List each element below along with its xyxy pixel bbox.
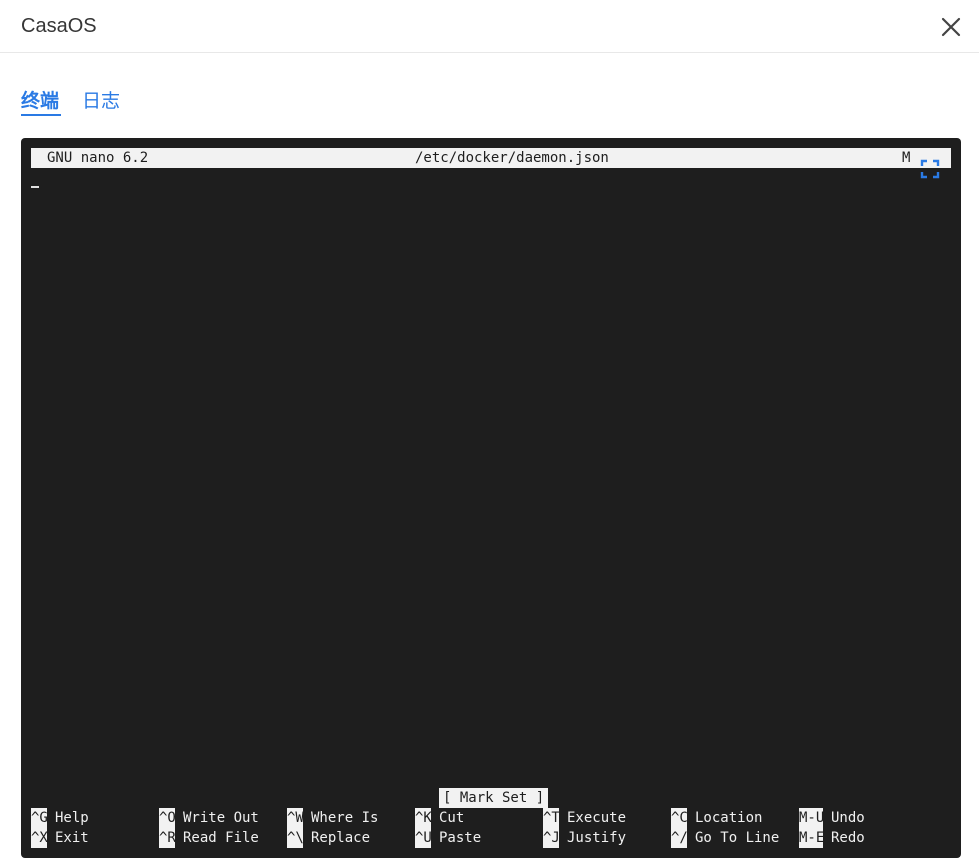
shortcut-label: Redo [831,830,865,846]
shortcut-key: ^C [671,808,687,828]
shortcut-label: Go To Line [695,830,780,846]
shortcut-label: Justify [567,830,627,846]
shortcut-where-is[interactable]: ^W Where Is [287,808,378,828]
active-tab-indicator [21,114,61,116]
terminal-screen[interactable]: GNU nano 6.2 /etc/docker/daemon.json M [… [21,138,961,858]
text-cursor [31,186,39,188]
shortcut-key: ^O [159,808,175,828]
tab-logs-label: 日志 [82,90,121,112]
fullscreen-icon [920,159,940,179]
shortcut-key: ^\ [287,828,303,848]
nano-version: GNU nano 6.2 [47,150,149,166]
shortcut-redo[interactable]: M-E Redo [799,828,865,848]
shortcut-location[interactable]: ^C Location [671,808,762,828]
shortcut-key: M-U [799,808,823,828]
shortcut-replace[interactable]: ^\ Replace [287,828,370,848]
shortcut-key: ^/ [671,828,687,848]
close-icon [941,17,961,37]
shortcut-write-out[interactable]: ^O Write Out [159,808,259,828]
shortcut-cut[interactable]: ^K Cut [415,808,464,828]
nano-status-message: [ Mark Set ] [439,788,549,808]
shortcut-label: Undo [831,810,865,826]
shortcut-label: Where Is [311,810,379,826]
shortcut-label: Exit [55,830,89,846]
shortcut-key: ^G [31,808,47,828]
fullscreen-button[interactable] [920,159,940,179]
shortcut-key: ^W [287,808,303,828]
nano-title-bar: GNU nano 6.2 /etc/docker/daemon.json M [31,148,951,168]
shortcut-exit[interactable]: ^X Exit [31,828,89,848]
shortcut-label: Help [55,810,89,826]
shortcut-key: ^T [543,808,559,828]
shortcut-key: ^X [31,828,47,848]
shortcut-paste[interactable]: ^U Paste [415,828,481,848]
shortcut-label: Location [695,810,763,826]
shortcut-key: ^K [415,808,431,828]
shortcut-go-to-line[interactable]: ^/ Go To Line [671,828,779,848]
shortcut-key: ^J [543,828,559,848]
shortcut-label: Paste [439,830,482,846]
shortcut-label: Replace [311,830,371,846]
shortcut-help[interactable]: ^G Help [31,808,89,828]
modal-header: CasaOS [0,0,979,53]
shortcut-label: Write Out [183,810,259,826]
tab-logs[interactable]: 日志 [82,86,120,113]
close-button[interactable] [938,14,964,40]
shortcut-justify[interactable]: ^J Justify [543,828,626,848]
modal-title: CasaOS [21,15,97,37]
nano-filename: /etc/docker/daemon.json [415,150,609,166]
shortcut-label: Cut [439,810,465,826]
tab-terminal-label: 终端 [21,90,60,112]
shortcut-key: M-E [799,828,823,848]
shortcut-undo[interactable]: M-U Undo [799,808,865,828]
shortcut-key: ^R [159,828,175,848]
tab-terminal[interactable]: 终端 [21,86,59,113]
nano-modified-flag: M [902,150,911,166]
shortcut-label: Execute [567,810,627,826]
shortcut-key: ^U [415,828,431,848]
shortcut-read-file[interactable]: ^R Read File [159,828,259,848]
shortcut-execute[interactable]: ^T Execute [543,808,626,828]
shortcut-label: Read File [183,830,259,846]
